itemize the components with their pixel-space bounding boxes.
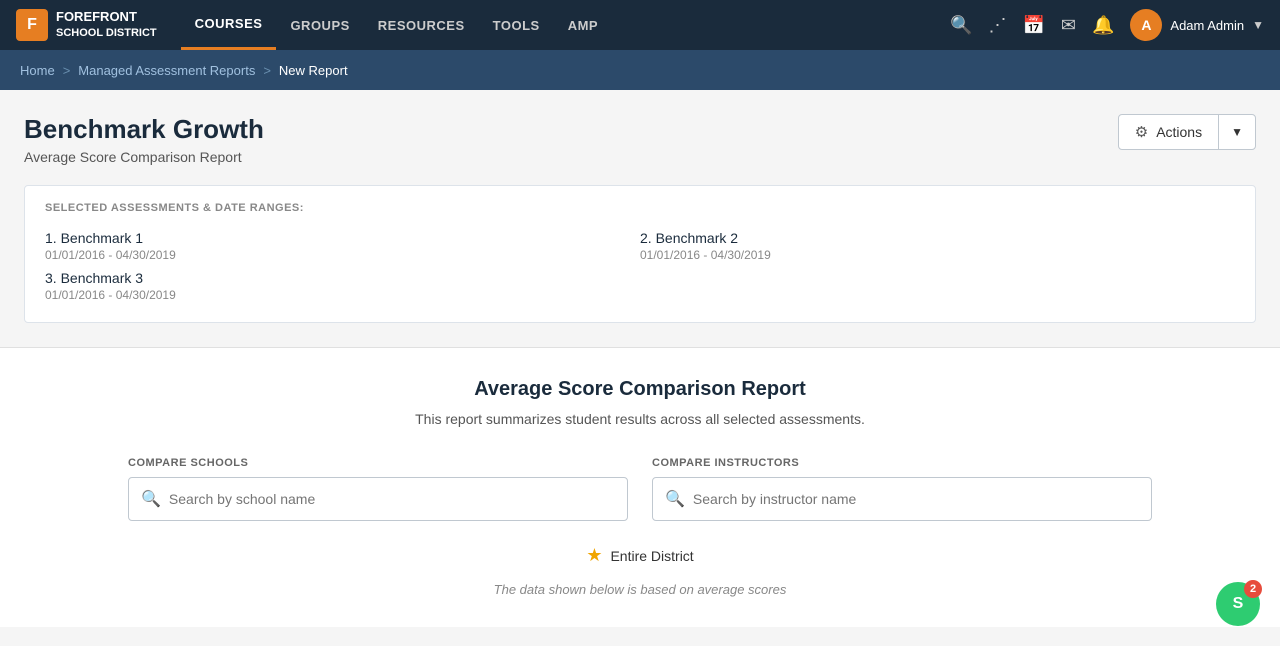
nav-right: 🔍 ⋰ 📅 ✉ 🔔 A Adam Admin ▼: [950, 9, 1264, 41]
nav-links: COURSES GROUPS RESOURCES TOOLS AMP: [181, 0, 612, 50]
support-badge[interactable]: S 2: [1216, 582, 1260, 626]
assessment-name-1: 1. Benchmark 1: [45, 230, 640, 246]
support-count: 2: [1244, 580, 1262, 598]
assessment-date-3: 01/01/2016 - 04/30/2019: [45, 288, 640, 302]
logo-icon: F: [16, 9, 48, 41]
chevron-down-icon: ▼: [1252, 18, 1264, 32]
school-search-icon: 🔍: [141, 489, 161, 509]
main-content: Benchmark Growth Average Score Compariso…: [0, 90, 1280, 323]
instructor-search-wrap[interactable]: 🔍: [652, 477, 1152, 521]
page-title-area: Benchmark Growth Average Score Compariso…: [24, 114, 264, 165]
assessment-date-1: 01/01/2016 - 04/30/2019: [45, 248, 640, 262]
page-header: Benchmark Growth Average Score Compariso…: [24, 114, 1256, 165]
assessments-label: SELECTED ASSESSMENTS & DATE RANGES:: [45, 202, 1235, 214]
report-section-title: Average Score Comparison Report: [24, 378, 1256, 401]
nav-resources[interactable]: RESOURCES: [364, 0, 479, 50]
nav-tools[interactable]: TOOLS: [479, 0, 554, 50]
breadcrumb-current: New Report: [279, 63, 348, 78]
bell-icon[interactable]: 🔔: [1092, 15, 1114, 36]
calendar-icon[interactable]: 📅: [1022, 15, 1044, 36]
search-icon[interactable]: 🔍: [950, 15, 972, 36]
breadcrumb-home[interactable]: Home: [20, 63, 55, 78]
assessment-name-3: 3. Benchmark 3: [45, 270, 640, 286]
assessment-date-2: 01/01/2016 - 04/30/2019: [640, 248, 1235, 262]
actions-label: Actions: [1156, 124, 1202, 140]
avatar: A: [1130, 9, 1162, 41]
logo-area[interactable]: F FOREFRONT SCHOOL DISTRICT: [16, 9, 157, 41]
logo-text: FOREFRONT SCHOOL DISTRICT: [56, 9, 157, 40]
compare-instructors-col: COMPARE INSTRUCTORS 🔍: [652, 457, 1152, 521]
school-search-input[interactable]: [169, 491, 615, 507]
compare-schools-label: COMPARE SCHOOLS: [128, 457, 628, 469]
compare-section: COMPARE SCHOOLS 🔍 COMPARE INSTRUCTORS 🔍: [24, 457, 1256, 521]
nav-amp[interactable]: AMP: [554, 0, 612, 50]
breadcrumb-managed[interactable]: Managed Assessment Reports: [78, 63, 255, 78]
breadcrumb-sep-2: >: [263, 63, 271, 78]
bottom-section: Average Score Comparison Report This rep…: [0, 347, 1280, 627]
nav-groups[interactable]: GROUPS: [276, 0, 363, 50]
nav-left: F FOREFRONT SCHOOL DISTRICT COURSES GROU…: [16, 0, 612, 50]
actions-button[interactable]: ⚙ Actions ▼: [1118, 114, 1256, 150]
assessments-card: SELECTED ASSESSMENTS & DATE RANGES: 1. B…: [24, 185, 1256, 323]
report-description: This report summarizes student results a…: [24, 411, 1256, 427]
entire-district-label: Entire District: [610, 548, 693, 564]
user-name: Adam Admin: [1170, 18, 1244, 33]
assessment-item-2: 2. Benchmark 2 01/01/2016 - 04/30/2019: [640, 226, 1235, 266]
data-note: The data shown below is based on average…: [24, 582, 1256, 597]
actions-main[interactable]: ⚙ Actions: [1119, 115, 1219, 149]
assessment-item-3: 3. Benchmark 3 01/01/2016 - 04/30/2019: [45, 266, 640, 306]
school-search-wrap[interactable]: 🔍: [128, 477, 628, 521]
assessments-grid: 1. Benchmark 1 01/01/2016 - 04/30/2019 2…: [45, 226, 1235, 306]
support-initials: S: [1233, 595, 1244, 613]
gear-icon: ⚙: [1135, 123, 1148, 141]
instructor-search-icon: 🔍: [665, 489, 685, 509]
compare-instructors-label: COMPARE INSTRUCTORS: [652, 457, 1152, 469]
grid-icon[interactable]: ⋰: [988, 15, 1006, 36]
breadcrumb: Home > Managed Assessment Reports > New …: [0, 50, 1280, 90]
instructor-search-input[interactable]: [693, 491, 1139, 507]
star-icon: ★: [586, 545, 602, 566]
mail-icon[interactable]: ✉: [1061, 15, 1076, 36]
compare-schools-col: COMPARE SCHOOLS 🔍: [128, 457, 628, 521]
assessment-item-1: 1. Benchmark 1 01/01/2016 - 04/30/2019: [45, 226, 640, 266]
breadcrumb-sep-1: >: [63, 63, 71, 78]
actions-dropdown-chevron[interactable]: ▼: [1219, 117, 1255, 147]
nav-courses[interactable]: COURSES: [181, 0, 277, 50]
nav-bar: F FOREFRONT SCHOOL DISTRICT COURSES GROU…: [0, 0, 1280, 50]
entire-district[interactable]: ★ Entire District: [24, 545, 1256, 566]
page-title: Benchmark Growth: [24, 114, 264, 145]
page-subtitle: Average Score Comparison Report: [24, 149, 264, 165]
user-area[interactable]: A Adam Admin ▼: [1130, 9, 1264, 41]
assessment-name-2: 2. Benchmark 2: [640, 230, 1235, 246]
